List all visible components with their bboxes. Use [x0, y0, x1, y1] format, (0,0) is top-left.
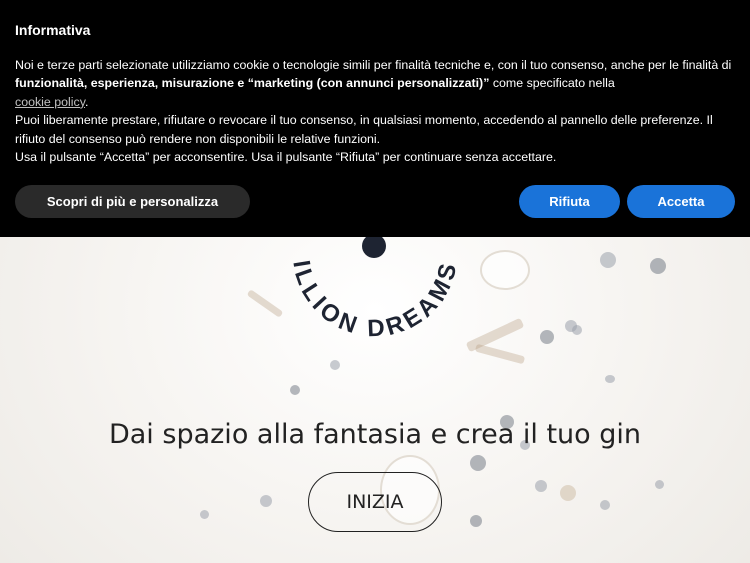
cookie-banner: Informativa Noi e terze parti selezionat… — [0, 0, 750, 237]
banner-text-part: come specificato nella — [489, 76, 615, 91]
cookie-policy-link[interactable]: cookie policy — [15, 95, 85, 109]
banner-text: Noi e terze parti selezionate utilizziam… — [15, 56, 740, 166]
banner-title: Informativa — [15, 22, 91, 38]
banner-text-part: Usa il pulsante “Accetta” per acconsenti… — [15, 150, 557, 165]
reject-button[interactable]: Rifiuta — [519, 185, 620, 218]
logo-arc-text: ILLION DREAMS — [287, 257, 463, 342]
start-button[interactable]: INIZIA — [308, 472, 442, 532]
learn-more-customize-button[interactable]: Scopri di più e personalizza — [15, 185, 250, 218]
banner-text-part: Puoi liberamente prestare, rifiutare o r… — [15, 113, 713, 146]
banner-text-bold: funzionalità, esperienza, misurazione e … — [15, 76, 490, 91]
logo-dot — [362, 234, 386, 258]
banner-text-part: Noi e terze parti selezionate utilizziam… — [15, 58, 732, 72]
banner-text-part: . — [85, 94, 89, 109]
accept-button[interactable]: Accetta — [627, 185, 735, 218]
hero-tagline: Dai spazio alla fantasia e crea il tuo g… — [108, 419, 642, 450]
